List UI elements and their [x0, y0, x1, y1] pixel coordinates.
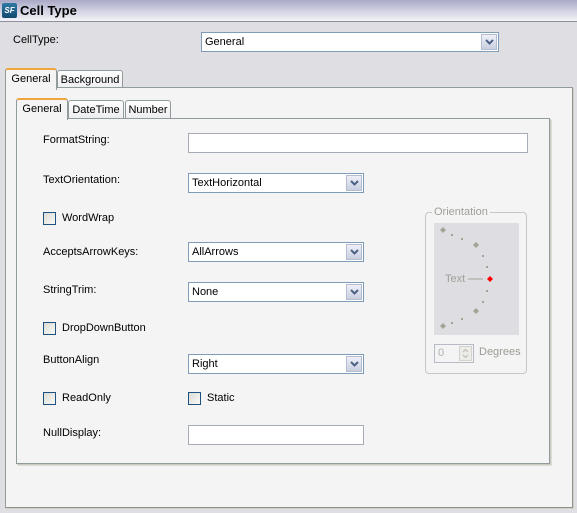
orientation-marker-0-selected[interactable]	[487, 276, 493, 282]
format-string-label: FormatString:	[43, 134, 110, 146]
celltype-select[interactable]: General	[201, 32, 499, 52]
button-align-value: Right	[192, 358, 218, 370]
chevron-down-icon	[350, 249, 359, 255]
read-only-label: ReadOnly	[62, 392, 111, 404]
text-orientation-label: TextOrientation:	[43, 174, 121, 186]
orientation-dot	[486, 266, 488, 268]
drop-down-button-label: DropDownButton	[62, 322, 146, 334]
button-align-label: ButtonAlign	[43, 354, 100, 366]
degrees-spin-buttons[interactable]	[459, 346, 472, 361]
accepts-arrow-keys-value: AllArrows	[192, 246, 239, 258]
accepts-arrow-keys-label: AcceptsArrowKeys:	[43, 246, 139, 258]
orientation-marker-minus90[interactable]	[440, 323, 446, 329]
orientation-group-title: Orientation	[432, 206, 490, 218]
word-wrap-checkbox[interactable]	[43, 212, 56, 225]
orientation-dot	[482, 255, 484, 257]
null-display-input[interactable]	[188, 425, 364, 445]
chevron-down-icon	[350, 361, 359, 367]
string-trim-select[interactable]: None	[188, 282, 364, 302]
orientation-marker-minus45[interactable]	[473, 308, 479, 314]
app-logo-icon: SF	[2, 3, 17, 18]
string-trim-dropdown-button[interactable]	[346, 284, 362, 300]
orientation-dot	[451, 234, 453, 236]
accepts-arrow-keys-select[interactable]: AllArrows	[188, 242, 364, 262]
button-align-select[interactable]: Right	[188, 354, 364, 374]
tab-general[interactable]: General	[5, 68, 57, 90]
celltype-value: General	[205, 36, 245, 48]
text-orientation-dropdown-button[interactable]	[346, 175, 362, 191]
static-checkbox[interactable]	[188, 392, 201, 405]
accepts-arrow-keys-dropdown-button[interactable]	[346, 244, 362, 260]
chevron-down-icon	[350, 289, 359, 295]
drop-down-button-checkbox[interactable]	[43, 322, 56, 335]
celltype-dropdown-button[interactable]	[481, 34, 497, 50]
orientation-dial[interactable]: Text	[434, 223, 519, 335]
title-bar: SF Cell Type	[0, 0, 577, 22]
orientation-dot	[486, 290, 488, 292]
window-title: Cell Type	[20, 3, 77, 18]
null-display-label: NullDisplay:	[43, 427, 102, 439]
button-align-dropdown-button[interactable]	[346, 356, 362, 372]
orientation-dot	[461, 318, 463, 320]
format-string-input[interactable]	[188, 133, 528, 153]
read-only-checkbox[interactable]	[43, 392, 56, 405]
orientation-preview-text: Text	[445, 273, 466, 285]
degrees-value: 0	[438, 347, 445, 359]
subtab-number[interactable]: Number	[125, 100, 171, 120]
string-trim-value: None	[192, 286, 219, 298]
static-label: Static	[207, 392, 235, 404]
degrees-label: Degrees	[479, 346, 521, 358]
orientation-marker-45[interactable]	[473, 242, 479, 248]
chevron-down-icon	[350, 180, 359, 186]
word-wrap-label: WordWrap	[62, 212, 115, 224]
orientation-dot	[482, 301, 484, 303]
string-trim-label: StringTrim:	[43, 284, 97, 296]
subtab-datetime[interactable]: DateTime	[68, 100, 124, 120]
text-orientation-value: TextHorizontal	[192, 177, 262, 189]
orientation-dot	[451, 322, 453, 324]
orientation-dot	[461, 238, 463, 240]
chevron-down-icon	[485, 39, 494, 45]
orientation-marker-90[interactable]	[440, 227, 446, 233]
subtab-general[interactable]: General	[16, 98, 68, 120]
celltype-label: CellType:	[13, 34, 59, 46]
degrees-spinner[interactable]: 0	[434, 344, 474, 363]
text-orientation-select[interactable]: TextHorizontal	[188, 173, 364, 193]
spin-up-down-icon	[462, 348, 469, 359]
